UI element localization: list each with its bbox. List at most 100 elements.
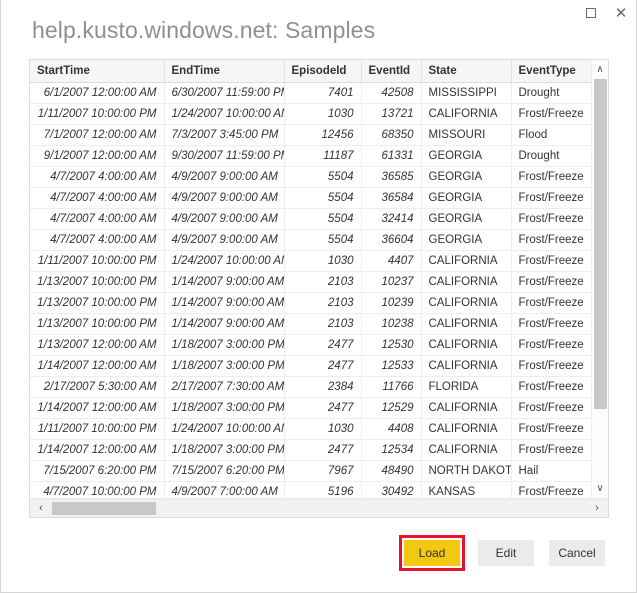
column-header-state[interactable]: State [421,60,511,82]
cell-eventtype: Frost/Freeze [511,355,591,376]
cell-eventid: 11766 [361,376,421,397]
column-header-endtime[interactable]: EndTime [164,60,284,82]
cell-starttime: 4/7/2007 4:00:00 AM [30,229,164,250]
cell-eventid: 30492 [361,481,421,498]
table-row[interactable]: 1/13/2007 10:00:00 PM1/14/2007 9:00:00 A… [30,271,591,292]
cell-starttime: 7/1/2007 12:00:00 AM [30,124,164,145]
column-header-episodeid[interactable]: EpisodeId [284,60,361,82]
table-row[interactable]: 1/13/2007 10:00:00 PM1/14/2007 9:00:00 A… [30,292,591,313]
table-row[interactable]: 1/14/2007 12:00:00 AM1/18/2007 3:00:00 P… [30,439,591,460]
close-button[interactable]: ✕ [606,0,636,26]
cell-starttime: 9/1/2007 12:00:00 AM [30,145,164,166]
table-row[interactable]: 6/1/2007 12:00:00 AM6/30/2007 11:59:00 P… [30,82,591,103]
table-row[interactable]: 1/11/2007 10:00:00 PM1/24/2007 10:00:00 … [30,103,591,124]
table-row[interactable]: 1/11/2007 10:00:00 PM1/24/2007 10:00:00 … [30,418,591,439]
cell-episodeid: 11187 [284,145,361,166]
cell-state: CALIFORNIA [421,418,511,439]
cell-starttime: 1/13/2007 10:00:00 PM [30,271,164,292]
cell-endtime: 1/24/2007 10:00:00 AM [164,418,284,439]
vertical-scroll-track[interactable] [592,79,609,479]
cell-eventtype: Frost/Freeze [511,481,591,498]
cell-starttime: 1/14/2007 12:00:00 AM [30,355,164,376]
horizontal-scroll-thumb[interactable] [52,502,156,515]
cell-episodeid: 5196 [284,481,361,498]
cell-endtime: 1/18/2007 3:00:00 PM [164,355,284,376]
cell-endtime: 1/18/2007 3:00:00 PM [164,397,284,418]
cell-episodeid: 5504 [284,229,361,250]
table-row[interactable]: 4/7/2007 4:00:00 AM4/9/2007 9:00:00 AM55… [30,166,591,187]
cell-state: GEORGIA [421,229,511,250]
cell-eventtype: Frost/Freeze [511,208,591,229]
cell-starttime: 1/14/2007 12:00:00 AM [30,397,164,418]
table-row[interactable]: 4/7/2007 4:00:00 AM4/9/2007 9:00:00 AM55… [30,208,591,229]
column-header-eventtype[interactable]: EventType [511,60,591,82]
cell-eventtype: Hail [511,460,591,481]
cell-endtime: 4/9/2007 9:00:00 AM [164,187,284,208]
scroll-left-icon[interactable]: ‹ [30,499,52,518]
table-row[interactable]: 7/1/2007 12:00:00 AM7/3/2007 3:45:00 PM1… [30,124,591,145]
table-row[interactable]: 7/15/2007 6:20:00 PM7/15/2007 6:20:00 PM… [30,460,591,481]
cell-state: MISSOURI [421,124,511,145]
table-row[interactable]: 1/14/2007 12:00:00 AM1/18/2007 3:00:00 P… [30,355,591,376]
cell-episodeid: 2103 [284,292,361,313]
cell-starttime: 4/7/2007 4:00:00 AM [30,208,164,229]
grid-body-wrapper: StartTime EndTime EpisodeId EventId Stat… [30,60,608,498]
vertical-scroll-thumb[interactable] [594,79,607,409]
cell-eventid: 10239 [361,292,421,313]
dialog-window: ✕ help.kusto.windows.net: Samples StartT… [0,0,637,593]
maximize-button[interactable] [576,0,606,26]
table-row[interactable]: 4/7/2007 4:00:00 AM4/9/2007 9:00:00 AM55… [30,187,591,208]
cell-eventid: 10238 [361,313,421,334]
column-header-eventid[interactable]: EventId [361,60,421,82]
horizontal-scrollbar[interactable]: ‹ › [30,498,608,517]
cell-state: GEORGIA [421,166,511,187]
cell-starttime: 4/7/2007 4:00:00 AM [30,187,164,208]
cell-episodeid: 2477 [284,334,361,355]
edit-button[interactable]: Edit [478,540,534,566]
table-row[interactable]: 1/13/2007 12:00:00 AM1/18/2007 3:00:00 P… [30,334,591,355]
cell-state: GEORGIA [421,208,511,229]
cell-eventtype: Flood [511,124,591,145]
cell-eventid: 4408 [361,418,421,439]
cell-endtime: 4/9/2007 9:00:00 AM [164,229,284,250]
vertical-scrollbar[interactable]: ∧ ∨ [591,60,608,498]
cell-eventtype: Frost/Freeze [511,229,591,250]
cell-eventtype: Frost/Freeze [511,187,591,208]
cell-episodeid: 12456 [284,124,361,145]
cell-endtime: 1/24/2007 10:00:00 AM [164,250,284,271]
table-row[interactable]: 2/17/2007 5:30:00 AM2/17/2007 7:30:00 AM… [30,376,591,397]
column-header-starttime[interactable]: StartTime [30,60,164,82]
load-button[interactable]: Load [404,540,460,566]
cell-endtime: 2/17/2007 7:30:00 AM [164,376,284,397]
table-row[interactable]: 4/7/2007 10:00:00 PM4/9/2007 7:00:00 AM5… [30,481,591,498]
table-body: 6/1/2007 12:00:00 AM6/30/2007 11:59:00 P… [30,82,591,498]
table-row[interactable]: 9/1/2007 12:00:00 AM9/30/2007 11:59:00 P… [30,145,591,166]
cell-eventid: 68350 [361,124,421,145]
cell-state: CALIFORNIA [421,439,511,460]
cell-endtime: 1/14/2007 9:00:00 AM [164,271,284,292]
horizontal-scroll-track[interactable] [52,499,586,518]
cell-starttime: 2/17/2007 5:30:00 AM [30,376,164,397]
cell-eventid: 13721 [361,103,421,124]
cell-endtime: 4/9/2007 9:00:00 AM [164,208,284,229]
table-row[interactable]: 4/7/2007 4:00:00 AM4/9/2007 9:00:00 AM55… [30,229,591,250]
table-row[interactable]: 1/14/2007 12:00:00 AM1/18/2007 3:00:00 P… [30,397,591,418]
cell-eventid: 42508 [361,82,421,103]
cancel-button[interactable]: Cancel [549,540,605,566]
scroll-down-icon[interactable]: ∨ [592,479,609,498]
dialog-footer [1,530,636,570]
cell-episodeid: 5504 [284,166,361,187]
cell-eventid: 61331 [361,145,421,166]
cell-eventid: 10237 [361,271,421,292]
data-grid: StartTime EndTime EpisodeId EventId Stat… [29,59,609,518]
scroll-right-icon[interactable]: › [586,499,608,518]
scroll-up-icon[interactable]: ∧ [592,60,609,79]
cell-episodeid: 1030 [284,418,361,439]
table-row[interactable]: 1/11/2007 10:00:00 PM1/24/2007 10:00:00 … [30,250,591,271]
cell-starttime: 1/11/2007 10:00:00 PM [30,418,164,439]
cell-episodeid: 2384 [284,376,361,397]
cell-starttime: 1/11/2007 10:00:00 PM [30,103,164,124]
cell-eventid: 36585 [361,166,421,187]
table-row[interactable]: 1/13/2007 10:00:00 PM1/14/2007 9:00:00 A… [30,313,591,334]
cell-endtime: 4/9/2007 9:00:00 AM [164,166,284,187]
